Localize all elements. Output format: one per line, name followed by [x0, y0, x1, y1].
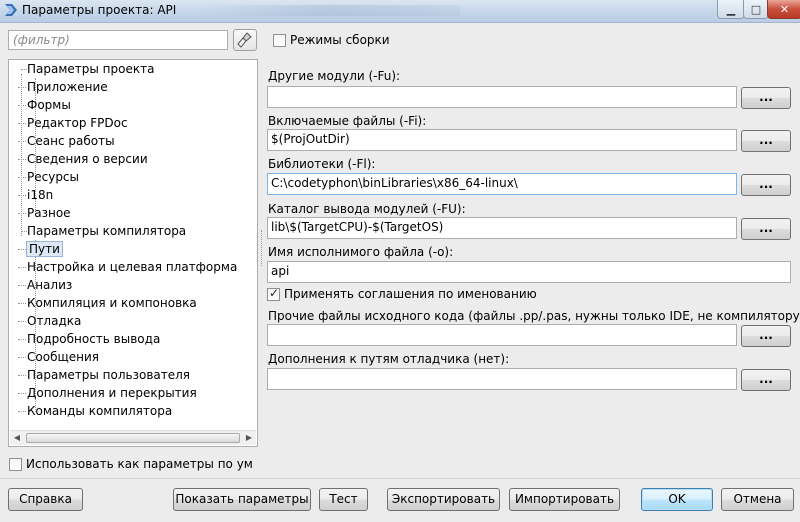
debugger-paths-field[interactable] — [267, 368, 737, 390]
close-button[interactable]: ✕ — [767, 0, 800, 19]
tree-group-project[interactable]: Параметры проекта — [13, 60, 154, 78]
pane-splitter[interactable] — [261, 230, 263, 266]
broom-icon — [237, 32, 252, 48]
minimize-icon: ▁ — [726, 2, 736, 16]
libraries-browse-button[interactable]: ... — [741, 174, 791, 196]
tree-item[interactable]: Ресурсы — [18, 168, 79, 186]
unit-output-label: Каталог вывода модулей (-FU): — [268, 202, 466, 216]
build-modes-label: Режимы сборки — [290, 33, 390, 47]
background-window-ghost — [200, 5, 460, 16]
include-files-field[interactable]: $(ProjOutDir) — [267, 129, 737, 151]
scroll-right-icon[interactable]: ▶ — [242, 431, 256, 445]
help-button[interactable]: Справка — [8, 488, 83, 511]
use-as-default-checkbox[interactable] — [9, 458, 22, 471]
tree-item[interactable]: Дополнения и перекрытия — [18, 384, 197, 402]
scrollbar-thumb[interactable] — [26, 433, 240, 443]
tree-root-line — [21, 74, 22, 236]
tree-item[interactable]: Отладка — [18, 312, 81, 330]
tree-item[interactable]: Сведения о версии — [18, 150, 148, 168]
window-title: Параметры проекта: API — [22, 3, 177, 17]
tree-item-selected[interactable]: Пути — [18, 240, 63, 258]
other-units-label: Другие модули (-Fu): — [268, 69, 401, 83]
tree-group-compiler[interactable]: Параметры компилятора — [13, 222, 186, 240]
debugger-paths-browse-button[interactable]: ... — [741, 369, 791, 391]
minimize-button[interactable]: ▁ — [717, 0, 745, 19]
scroll-left-icon[interactable]: ◀ — [10, 431, 24, 445]
filter-input[interactable]: (фильтр) — [8, 30, 228, 50]
tree-item[interactable]: Разное — [18, 204, 71, 222]
options-tree[interactable]: Параметры проекта Приложение Формы Редак… — [8, 59, 258, 447]
tree-item[interactable]: Редактор FPDoc — [18, 114, 128, 132]
build-modes-checkbox[interactable] — [273, 34, 286, 47]
tree-item[interactable]: Команды компилятора — [18, 402, 172, 420]
export-button[interactable]: Экспортировать — [387, 488, 500, 511]
naming-conventions-checkbox[interactable] — [267, 286, 280, 301]
tree-horizontal-scrollbar[interactable]: ◀ ▶ — [10, 430, 256, 445]
tree-item[interactable]: Настройка и целевая платформа — [18, 258, 237, 276]
tree-item[interactable]: Параметры пользователя — [18, 366, 190, 384]
tree-item[interactable]: i18n — [18, 186, 53, 204]
use-as-default-label: Использовать как параметры по умолчанию — [26, 457, 252, 471]
target-file-field[interactable]: api — [267, 261, 791, 283]
clear-filter-button[interactable] — [233, 29, 257, 51]
maximize-button[interactable]: □ — [743, 0, 769, 19]
tree-item[interactable]: Формы — [18, 96, 71, 114]
include-files-browse-button[interactable]: ... — [741, 130, 791, 152]
show-options-button[interactable]: Показать параметры — [173, 488, 311, 511]
other-sources-browse-button[interactable]: ... — [741, 325, 791, 347]
debugger-paths-label: Дополнения к путям отладчика (нет): — [268, 352, 510, 366]
tree-group-label: Параметры компилятора — [27, 224, 187, 238]
bottom-separator — [0, 478, 800, 479]
maximize-icon: □ — [750, 2, 762, 16]
ok-button[interactable]: OK — [641, 488, 713, 511]
tree-item[interactable]: Сеанс работы — [18, 132, 115, 150]
target-file-label: Имя исполнимого файла (-o): — [268, 245, 454, 259]
lazarus-icon — [5, 4, 17, 16]
close-icon: ✕ — [779, 2, 790, 16]
other-sources-label: Прочие файлы исходного кода (файлы .pp/.… — [268, 309, 800, 323]
other-units-field[interactable] — [267, 86, 737, 108]
cancel-button[interactable]: Отмена — [721, 488, 794, 511]
libraries-field[interactable]: C:\codetyphon\binLibraries\x86_64-linux\ — [267, 173, 737, 195]
tree-item[interactable]: Сообщения — [18, 348, 99, 366]
tree-item[interactable]: Подробность вывода — [18, 330, 160, 348]
test-button[interactable]: Тест — [319, 488, 368, 511]
import-button[interactable]: Импортировать — [509, 488, 620, 511]
tree-item[interactable]: Анализ — [18, 276, 72, 294]
tree-item[interactable]: Приложение — [18, 78, 108, 96]
other-units-browse-button[interactable]: ... — [741, 87, 791, 109]
include-files-label: Включаемые файлы (-Fi): — [268, 114, 427, 128]
tree-group-label: Параметры проекта — [27, 62, 155, 76]
other-sources-field[interactable] — [267, 324, 737, 346]
tree-item[interactable]: Компиляция и компоновка — [18, 294, 197, 312]
unit-output-field[interactable]: lib\$(TargetCPU)-$(TargetOS) — [267, 217, 737, 239]
naming-conventions-label: Применять соглашения по именованию — [284, 287, 537, 301]
title-bar: Параметры проекта: API ▁ □ ✕ — [0, 0, 800, 23]
libraries-label: Библиотеки (-Fl): — [268, 157, 376, 171]
unit-output-browse-button[interactable]: ... — [741, 218, 791, 240]
